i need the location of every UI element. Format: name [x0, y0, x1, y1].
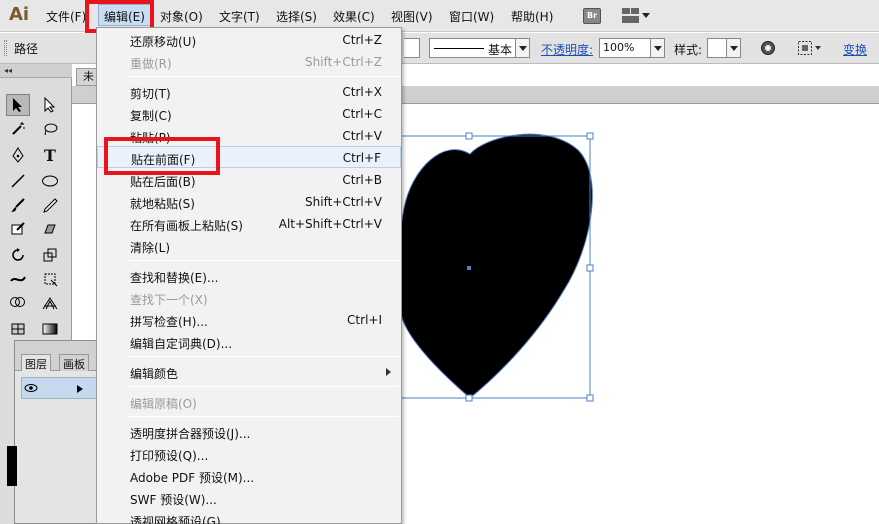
menu-item-paste-in-place[interactable]: 就地粘贴(S) Shift+Ctrl+V [97, 191, 401, 213]
eye-icon[interactable] [24, 383, 38, 393]
menu-separator [127, 356, 399, 357]
menu-item-cut[interactable]: 剪切(T) Ctrl+X [97, 81, 401, 103]
perspective-grid-tool-icon[interactable] [38, 292, 62, 314]
color-swatch-fragment [7, 446, 17, 486]
selection-type-label: 路径 [14, 42, 39, 56]
opacity-field[interactable]: 100% [599, 38, 665, 58]
style-label: 样式: [674, 43, 703, 57]
expand-triangle-icon[interactable] [76, 384, 84, 394]
menu-item-find-next[interactable]: 查找下一个(X) [97, 287, 401, 309]
menu-item-perspective-grid-presets[interactable]: 透视网格预设(G)... [97, 509, 401, 524]
menu-select[interactable]: 选择(S) [276, 8, 317, 25]
menu-effect[interactable]: 效果(C) [333, 8, 375, 25]
panel-grip-icon [4, 40, 7, 56]
blob-brush-tool-icon[interactable] [6, 218, 30, 240]
direct-selection-tool-icon[interactable] [38, 94, 62, 116]
lasso-tool-icon[interactable] [38, 118, 62, 140]
menu-item-paste-on-all-artboards[interactable]: 在所有画板上粘贴(S) Alt+Shift+Ctrl+V [97, 213, 401, 235]
type-tool-icon[interactable]: T [38, 144, 62, 166]
menu-item-pdf-presets[interactable]: Adobe PDF 预设(M)... [97, 465, 401, 487]
align-options-icon[interactable] [797, 40, 823, 56]
rotate-tool-icon[interactable] [6, 244, 30, 266]
gradient-tool-icon[interactable] [38, 318, 62, 340]
menu-item-copy[interactable]: 复制(C) Ctrl+C [97, 103, 401, 125]
tab-layers[interactable]: 图层 [21, 354, 51, 371]
tools-panel-header[interactable]: ◂◂ [0, 64, 72, 78]
submenu-arrow-icon [386, 368, 391, 376]
ellipse-tool-icon[interactable] [38, 170, 62, 192]
menu-help[interactable]: 帮助(H) [511, 8, 553, 25]
menu-separator [127, 416, 399, 417]
menu-file[interactable]: 文件(F) [46, 8, 86, 25]
menu-item-edit-dictionary[interactable]: 编辑自定词典(D)... [97, 331, 401, 353]
scale-tool-icon[interactable] [38, 244, 62, 266]
width-tool-icon[interactable] [6, 268, 30, 290]
opacity-link[interactable]: 不透明度: [541, 41, 593, 58]
collapse-icon[interactable]: ◂◂ [4, 66, 12, 75]
menu-item-swf-presets[interactable]: SWF 预设(W)... [97, 487, 401, 509]
workspace-switcher-icon[interactable] [622, 8, 650, 24]
selection-handle [465, 132, 473, 140]
line-tool-icon[interactable] [6, 170, 30, 192]
center-point [467, 266, 471, 270]
tab-artboards[interactable]: 画板 [59, 354, 89, 371]
layers-panel: 图层 画板 [7, 340, 98, 524]
layer-row[interactable] [21, 377, 97, 399]
bridge-button[interactable]: Br [583, 8, 601, 24]
stroke-profile-value: 基本 [488, 43, 513, 57]
edit-menu-dropdown: 还原移动(U) Ctrl+Z 重做(R) Shift+Ctrl+Z 剪切(T) Ctr… [96, 27, 402, 524]
selection-handle [586, 132, 594, 140]
stroke-weight-field[interactable] [404, 38, 420, 58]
heart-artwork[interactable] [396, 128, 602, 408]
app-logo: Ai [9, 4, 30, 25]
selection-handle [586, 264, 594, 272]
shape-builder-tool-icon[interactable] [6, 292, 30, 314]
eraser-tool-icon[interactable] [38, 218, 62, 240]
stroke-profile-select[interactable]: 基本 [429, 38, 530, 58]
document-tab[interactable]: 未 [76, 68, 98, 86]
menu-item-edit-original[interactable]: 编辑原稿(O) [97, 391, 401, 413]
menu-item-clear[interactable]: 清除(L) [97, 235, 401, 257]
paste-in-front-highlight-box [104, 137, 220, 175]
menu-window[interactable]: 窗口(W) [449, 8, 494, 25]
menu-item-redo[interactable]: 重做(R) Shift+Ctrl+Z [97, 51, 401, 73]
pencil-tool-icon[interactable] [38, 194, 62, 216]
chevron-down-icon[interactable] [515, 39, 529, 57]
recolor-artwork-icon[interactable] [760, 40, 776, 56]
transform-link[interactable]: 变换 [843, 41, 867, 58]
chevron-down-icon[interactable] [726, 39, 740, 57]
menu-separator [127, 386, 399, 387]
free-transform-tool-icon[interactable] [38, 268, 62, 290]
menu-object[interactable]: 对象(O) [160, 8, 203, 25]
menu-separator [127, 76, 399, 77]
menu-item-edit-colors[interactable]: 编辑颜色 [97, 361, 401, 383]
magic-wand-tool-icon[interactable] [6, 118, 30, 140]
chevron-down-icon[interactable] [650, 39, 664, 57]
menu-item-print-presets[interactable]: 打印预设(Q)... [97, 443, 401, 465]
mesh-tool-icon[interactable] [6, 318, 30, 340]
selection-tool-icon[interactable] [6, 94, 30, 116]
paintbrush-tool-icon[interactable] [6, 194, 30, 216]
stroke-line-preview [434, 48, 484, 49]
selection-handle [586, 394, 594, 402]
selection-handle [465, 394, 473, 402]
pen-tool-icon[interactable] [6, 144, 30, 166]
layers-panel-tabs: 图层 画板 [15, 341, 97, 371]
menu-item-flattener-presets[interactable]: 透明度拼合器预设(J)... [97, 421, 401, 443]
menu-type[interactable]: 文字(T) [219, 8, 260, 25]
menu-item-spell-check[interactable]: 拼写检查(H)... Ctrl+I [97, 309, 401, 331]
graphic-style-select[interactable] [707, 38, 741, 58]
menu-item-find-replace[interactable]: 查找和替换(E)... [97, 265, 401, 287]
menu-separator [127, 260, 399, 261]
menu-view[interactable]: 视图(V) [391, 8, 433, 25]
opacity-value: 100% [603, 41, 635, 54]
menu-item-undo[interactable]: 还原移动(U) Ctrl+Z [97, 29, 401, 51]
